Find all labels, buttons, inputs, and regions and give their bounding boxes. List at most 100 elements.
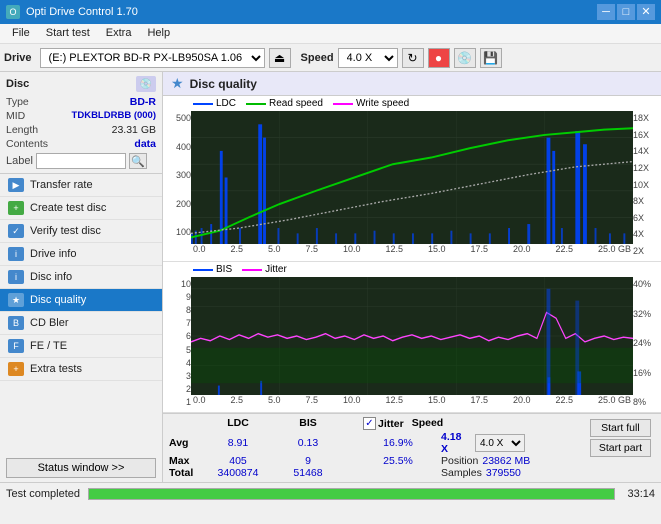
- content-title: Disc quality: [190, 77, 257, 91]
- bis-legend-item: BIS: [193, 264, 232, 275]
- sidebar-item-disc-quality[interactable]: ★ Disc quality: [0, 289, 162, 312]
- sidebar-item-drive-info[interactable]: i Drive info: [0, 243, 162, 266]
- disc-panel-title: Disc: [6, 78, 29, 90]
- sidebar-item-cd-bler[interactable]: B CD Bler: [0, 312, 162, 335]
- nav-label-disc-info: Disc info: [30, 271, 72, 283]
- read-speed-label: Read speed: [269, 98, 323, 109]
- nav-label-fe-te: FE / TE: [30, 340, 67, 352]
- sidebar-item-transfer-rate[interactable]: ▶ Transfer rate: [0, 174, 162, 197]
- ldc-chart-area: 500 400 300 200 100: [163, 111, 661, 258]
- nav-items: ▶ Transfer rate + Create test disc ✓ Ver…: [0, 174, 162, 454]
- app-icon: O: [6, 5, 20, 19]
- samples-label: Samples: [441, 467, 482, 479]
- stats-table: LDC BIS ✓ Jitter Speed Avg 8.91 0.13: [169, 417, 582, 479]
- sidebar-item-extra-tests[interactable]: + Extra tests: [0, 358, 162, 381]
- save-button[interactable]: 💾: [480, 48, 502, 68]
- progress-bar-fill: [89, 489, 614, 499]
- speed-target-select[interactable]: 4.0 X: [475, 434, 525, 452]
- menu-file[interactable]: File: [4, 26, 38, 41]
- speed-refresh-button[interactable]: ↻: [402, 48, 424, 68]
- disc-panel: Disc 💿 Type BD-R MID TDKBLDRBB (000) Len…: [0, 72, 162, 174]
- minimize-button[interactable]: ─: [597, 4, 615, 20]
- menu-bar: File Start test Extra Help: [0, 24, 661, 44]
- bis-chart-svg: [191, 277, 633, 395]
- jitter-label: Jitter: [265, 264, 287, 275]
- bis-dot: [193, 269, 213, 271]
- ldc-chart-svg-container: 0.0 2.5 5.0 7.5 10.0 12.5 15.0 17.5 20.0…: [191, 111, 633, 258]
- nav-label-verify-test-disc: Verify test disc: [30, 225, 101, 237]
- disc-erase-button[interactable]: ●: [428, 48, 450, 68]
- ldc-label: LDC: [216, 98, 236, 109]
- content-header: ★ Disc quality: [163, 72, 661, 96]
- total-bis: 51468: [273, 467, 343, 479]
- status-window-button[interactable]: Status window >>: [6, 458, 156, 478]
- sidebar-item-fe-te[interactable]: F FE / TE: [0, 335, 162, 358]
- disc-write-button[interactable]: 💿: [454, 48, 476, 68]
- eject-button[interactable]: ⏏: [269, 48, 291, 68]
- nav-label-extra-tests: Extra tests: [30, 363, 82, 375]
- ldc-y-axis-right: 18X 16X 14X 12X 10X 8X 6X 4X 2X: [633, 111, 661, 258]
- max-label: Max: [169, 455, 203, 467]
- max-bis: 9: [273, 455, 343, 467]
- ldc-chart-wrapper: LDC Read speed Write speed 500: [163, 96, 661, 262]
- extra-tests-icon: +: [8, 362, 24, 376]
- drive-select[interactable]: (E:) PLEXTOR BD-R PX-LB950SA 1.06: [40, 48, 265, 68]
- maximize-button[interactable]: □: [617, 4, 635, 20]
- nav-label-disc-quality: Disc quality: [30, 294, 86, 306]
- avg-ldc: 8.91: [203, 437, 273, 449]
- disc-row-type: Type BD-R: [6, 95, 156, 109]
- menu-starttest[interactable]: Start test: [38, 26, 98, 41]
- bis-chart-area: 10 9 8 7 6 5 4 3 2 1: [163, 277, 661, 409]
- status-time: 33:14: [627, 488, 655, 500]
- nav-label-cd-bler: CD Bler: [30, 317, 69, 329]
- bis-chart-svg-container: 0.0 2.5 5.0 7.5 10.0 12.5 15.0 17.5 20.0…: [191, 277, 633, 409]
- drive-info-icon: i: [8, 247, 24, 261]
- total-label: Total: [169, 467, 203, 479]
- jitter-dot: [242, 269, 262, 271]
- position-val: 23862 MB: [482, 455, 530, 467]
- avg-bis: 0.13: [273, 437, 343, 449]
- stats-headers: LDC BIS ✓ Jitter Speed: [169, 417, 582, 430]
- read-dot: [246, 103, 266, 105]
- sidebar: Disc 💿 Type BD-R MID TDKBLDRBB (000) Len…: [0, 72, 163, 482]
- samples-val: 379550: [486, 467, 521, 479]
- bis-x-axis: 0.0 2.5 5.0 7.5 10.0 12.5 15.0 17.5 20.0…: [191, 395, 633, 405]
- bis-header: BIS: [273, 417, 343, 430]
- drive-label: Drive: [4, 52, 36, 64]
- content-area: ★ Disc quality LDC Read speed: [163, 72, 661, 482]
- speed-select[interactable]: 4.0 X: [338, 48, 398, 68]
- jitter-col-header: Jitter: [378, 418, 404, 430]
- disc-type-val: BD-R: [130, 96, 156, 108]
- disc-length-val: 23.31 GB: [112, 124, 156, 136]
- menu-help[interactable]: Help: [139, 26, 178, 41]
- sidebar-item-verify-test-disc[interactable]: ✓ Verify test disc: [0, 220, 162, 243]
- start-full-button[interactable]: Start full: [590, 419, 651, 437]
- progress-bar-wrapper: [88, 488, 615, 500]
- jitter-checkbox[interactable]: ✓: [363, 417, 376, 430]
- ldc-chart-svg: [191, 111, 633, 244]
- bis-chart-wrapper: BIS Jitter 10 9 8 7 6 5: [163, 262, 661, 413]
- avg-label: Avg: [169, 437, 203, 449]
- sidebar-item-disc-info[interactable]: i Disc info: [0, 266, 162, 289]
- menu-extra[interactable]: Extra: [98, 26, 140, 41]
- disc-info-icon: i: [8, 270, 24, 284]
- bis-legend: BIS Jitter: [163, 262, 661, 277]
- disc-label-row: Label 🔍: [6, 151, 156, 169]
- position-label: Position: [441, 455, 478, 467]
- close-button[interactable]: ✕: [637, 4, 655, 20]
- verify-test-disc-icon: ✓: [8, 224, 24, 238]
- jitter-header-container: ✓ Jitter: [363, 417, 404, 430]
- disc-panel-icon: 💿: [136, 76, 156, 92]
- start-part-button[interactable]: Start part: [590, 439, 651, 457]
- sidebar-item-create-test-disc[interactable]: + Create test disc: [0, 197, 162, 220]
- stats-max-row: Max 405 9 25.5% Position 23862 MB: [169, 455, 582, 467]
- nav-label-create-test-disc: Create test disc: [30, 202, 106, 214]
- disc-label-input[interactable]: [36, 153, 126, 169]
- disc-quality-icon: ★: [8, 293, 24, 307]
- nav-label-drive-info: Drive info: [30, 248, 76, 260]
- speed-label: Speed: [295, 52, 334, 64]
- speed-col-header: Speed: [412, 417, 472, 430]
- avg-jitter: 16.9%: [363, 437, 433, 449]
- app-title: Opti Drive Control 1.70: [26, 6, 138, 18]
- disc-label-btn[interactable]: 🔍: [129, 153, 147, 169]
